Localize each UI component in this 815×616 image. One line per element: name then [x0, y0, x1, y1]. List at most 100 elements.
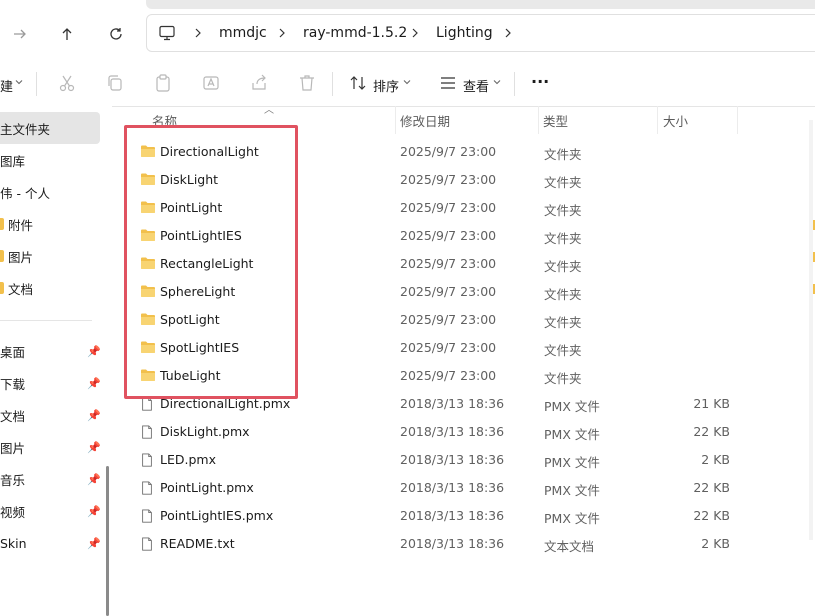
folder-icon [140, 256, 156, 270]
file-icon [140, 480, 156, 495]
paste-icon[interactable] [153, 73, 173, 93]
refresh-button[interactable] [104, 22, 128, 46]
column-divider[interactable] [538, 106, 539, 134]
folder-icon [140, 284, 156, 298]
table-row[interactable]: PointLight.pmx 2018/3/13 18:36 PMX 文件 22 KB [112, 473, 815, 501]
sidebar-item-attachments[interactable]: 附件 [0, 208, 100, 240]
file-name: SpotLight [160, 312, 220, 327]
file-name: PointLight [160, 200, 223, 215]
table-row[interactable]: PointLightIES.pmx 2018/3/13 18:36 PMX 文件 22… [112, 501, 815, 529]
table-row[interactable]: DirectionalLight.pmx 2018/3/13 18:36 PMX 文… [112, 389, 815, 417]
sidebar-item-label: Skin [0, 535, 27, 551]
column-divider[interactable] [657, 106, 658, 134]
column-divider[interactable] [395, 106, 396, 134]
share-icon[interactable] [249, 73, 269, 93]
file-modified-date: 2025/9/7 23:00 [400, 172, 497, 187]
sidebar-item-videos[interactable]: 视频 📌 [0, 495, 101, 527]
pin-icon: 📌 [87, 377, 101, 390]
sort-icon [350, 76, 366, 90]
table-row[interactable]: RectangleLight 2025/9/7 23:00 文件夹 [112, 249, 815, 277]
sidebar-item-documents[interactable]: 文档 📌 [0, 399, 101, 431]
table-row[interactable]: DirectionalLight 2025/9/7 23:00 文件夹 [112, 137, 815, 165]
refresh-icon [110, 28, 122, 40]
file-modified-date: 2018/3/13 18:36 [400, 480, 505, 495]
file-size: 22 KB [693, 508, 730, 523]
folder-icon [0, 250, 4, 262]
rename-icon[interactable] [201, 73, 221, 93]
table-row[interactable]: SpotLight 2025/9/7 23:00 文件夹 [112, 305, 815, 333]
sidebar-item-onedrive[interactable]: 伟 - 个人 [0, 176, 100, 208]
file-modified-date: 2025/9/7 23:00 [400, 312, 497, 327]
column-header-date[interactable]: 修改日期 [400, 106, 536, 134]
sort-button[interactable]: 排序 [346, 62, 416, 106]
sidebar-item-desktop[interactable]: 桌面 📌 [0, 335, 101, 367]
table-row[interactable]: DiskLight.pmx 2018/3/13 18:36 PMX 文件 22 KB [112, 417, 815, 445]
chevron-right-icon[interactable] [277, 27, 287, 39]
folder-icon [140, 144, 156, 158]
sidebar-item-downloads[interactable]: 下载 📌 [0, 367, 101, 399]
breadcrumb-item-1[interactable]: mmdjc [219, 25, 267, 41]
table-row[interactable]: SphereLight 2025/9/7 23:00 文件夹 [112, 277, 815, 305]
chevron-right-icon[interactable] [193, 27, 203, 39]
up-button[interactable] [55, 22, 79, 46]
pin-icon: 📌 [87, 409, 101, 422]
forward-button[interactable] [8, 22, 32, 46]
sidebar-item-pictures[interactable]: 图片 📌 [0, 431, 101, 463]
file-icon [140, 508, 156, 523]
file-list: ︿ 名称 修改日期 类型 大小 DirectionalLight 2025/9/7… [112, 105, 815, 557]
new-button[interactable]: 建 [0, 76, 13, 95]
chevron-right-icon[interactable] [410, 27, 420, 39]
table-row[interactable]: PointLight 2025/9/7 23:00 文件夹 [112, 193, 815, 221]
column-divider[interactable] [737, 106, 738, 134]
pin-icon: 📌 [87, 441, 101, 454]
column-header-type[interactable]: 类型 [543, 106, 655, 134]
sidebar-item-gallery[interactable]: 图库 [0, 144, 100, 176]
breadcrumb-item-2[interactable]: ray-mmd-1.5.2 [303, 25, 407, 41]
sidebar-item-label: 图片 [8, 249, 34, 265]
file-modified-date: 2025/9/7 23:00 [400, 200, 497, 215]
column-header-size[interactable]: 大小 [663, 106, 733, 134]
breadcrumb-item-3[interactable]: Lighting [436, 25, 493, 41]
sidebar-item-documents-cloud[interactable]: 文档 [0, 272, 100, 304]
sidebar-item-label: 下载 [0, 376, 26, 392]
folder-icon [0, 218, 4, 230]
table-row[interactable]: TubeLight 2025/9/7 23:00 文件夹 [112, 361, 815, 389]
sidebar-item-skin[interactable]: Skin 📌 [0, 527, 101, 559]
sidebar-item-label: 图库 [0, 153, 26, 169]
sidebar-scrollbar[interactable] [106, 466, 109, 616]
folder-icon [140, 228, 156, 242]
table-row[interactable]: README.txt 2018/3/13 18:36 文本文档 2 KB [112, 529, 815, 557]
sidebar-item-pictures-cloud[interactable]: 图片 [0, 240, 100, 272]
file-type: PMX 文件 [544, 427, 600, 442]
sidebar-item-home[interactable]: 主文件夹 [0, 112, 100, 144]
table-row[interactable]: PointLightIES 2025/9/7 23:00 文件夹 [112, 221, 815, 249]
view-button[interactable]: 查看 [436, 62, 506, 106]
table-row[interactable]: DiskLight 2025/9/7 23:00 文件夹 [112, 165, 815, 193]
arrow-up-icon [62, 28, 72, 40]
file-name: SpotLightIES [160, 340, 240, 355]
sidebar-item-label: 视频 [0, 504, 26, 520]
sidebar-item-music[interactable]: 音乐 📌 [0, 463, 101, 495]
cut-icon[interactable] [57, 73, 77, 93]
delete-icon[interactable] [297, 73, 317, 93]
file-list-scrollbar[interactable] [809, 120, 813, 540]
file-name: SphereLight [160, 284, 236, 299]
sort-label: 排序 [373, 80, 400, 95]
column-header-name[interactable]: 名称 [152, 106, 392, 134]
chevron-right-icon[interactable] [503, 27, 513, 39]
file-type: PMX 文件 [544, 455, 600, 470]
file-name: RectangleLight [160, 256, 254, 271]
file-modified-date: 2025/9/7 23:00 [400, 340, 497, 355]
folder-icon [140, 172, 156, 186]
chevron-down-icon[interactable] [14, 77, 24, 87]
file-modified-date: 2025/9/7 23:00 [400, 144, 497, 159]
folder-icon [140, 340, 156, 354]
table-row[interactable]: LED.pmx 2018/3/13 18:36 PMX 文件 2 KB [112, 445, 815, 473]
file-type: 文件夹 [544, 175, 582, 190]
folder-icon [140, 200, 156, 214]
table-row[interactable]: SpotLightIES 2025/9/7 23:00 文件夹 [112, 333, 815, 361]
file-type: 文本文档 [544, 539, 595, 554]
copy-icon[interactable] [105, 73, 125, 93]
more-options-button[interactable]: ··· [531, 72, 549, 91]
folder-icon [140, 368, 156, 382]
